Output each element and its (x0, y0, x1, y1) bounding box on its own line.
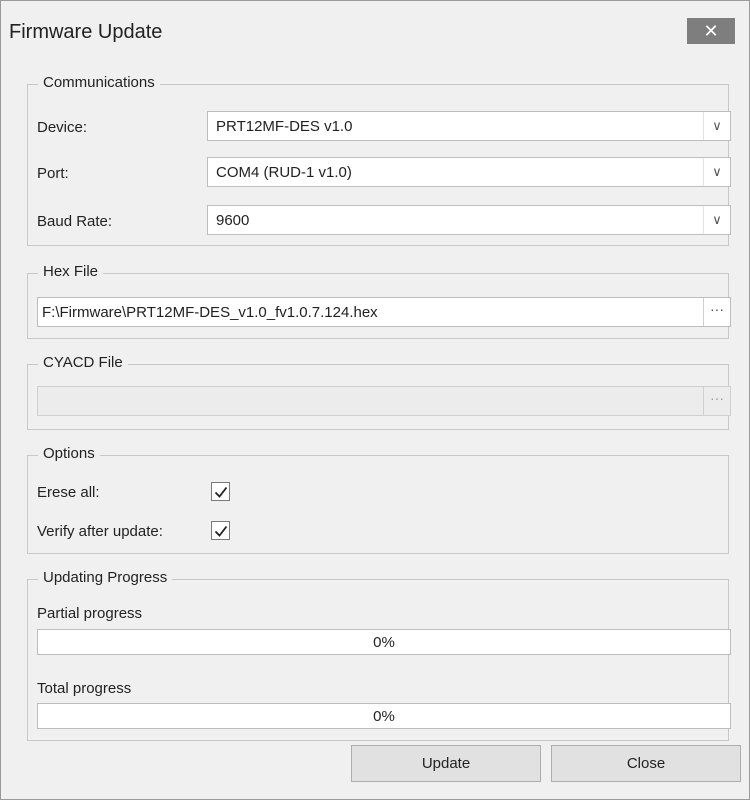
hex-file-field[interactable]: F:\Firmware\PRT12MF-DES_v1.0_fv1.0.7.124… (37, 297, 731, 327)
baud-rate-value: 9600 (216, 212, 250, 229)
firmware-update-dialog: Firmware Update ✕ Communications Device:… (0, 0, 750, 800)
close-icon: ✕ (703, 21, 719, 41)
close-button[interactable]: Close (551, 745, 741, 782)
cyacd-file-field[interactable]: ··· (37, 386, 731, 416)
device-label: Device: (37, 119, 88, 136)
cyacd-browse-button[interactable]: ··· (703, 387, 730, 415)
device-value: PRT12MF-DES v1.0 (216, 118, 353, 135)
chevron-down-icon[interactable]: ∨ (703, 112, 730, 140)
baud-rate-label: Baud Rate: (37, 213, 113, 230)
title-bar[interactable]: Firmware Update ✕ (1, 1, 749, 61)
total-progress-bar: 0% (37, 703, 731, 729)
verify-after-update-label: Verify after update: (37, 523, 163, 540)
device-select[interactable]: PRT12MF-DES v1.0 ∨ (207, 111, 731, 141)
total-progress-label: Total progress (37, 680, 132, 697)
total-progress-text: 0% (373, 708, 395, 725)
verify-after-update-checkbox[interactable] (211, 521, 230, 540)
updating-progress-legend: Updating Progress (38, 569, 173, 586)
check-icon (214, 486, 228, 498)
chevron-down-icon[interactable]: ∨ (703, 206, 730, 234)
port-select[interactable]: COM4 (RUD-1 v1.0) ∨ (207, 157, 731, 187)
erase-all-label: Erese all: (37, 484, 100, 501)
window-title: Firmware Update (9, 21, 163, 43)
communications-legend: Communications (38, 74, 160, 91)
erase-all-checkbox[interactable] (211, 482, 230, 501)
check-icon (214, 525, 228, 537)
hex-file-path: F:\Firmware\PRT12MF-DES_v1.0_fv1.0.7.124… (42, 304, 378, 321)
update-button[interactable]: Update (351, 745, 541, 782)
port-value: COM4 (RUD-1 v1.0) (216, 164, 352, 181)
chevron-down-icon[interactable]: ∨ (703, 158, 730, 186)
partial-progress-bar: 0% (37, 629, 731, 655)
partial-progress-label: Partial progress (37, 605, 143, 622)
window-close-button[interactable]: ✕ (687, 18, 735, 44)
partial-progress-text: 0% (373, 634, 395, 651)
options-legend: Options (38, 445, 100, 462)
hex-file-legend: Hex File (38, 263, 104, 280)
port-label: Port: (37, 165, 69, 182)
hex-browse-button[interactable]: ··· (703, 298, 730, 326)
cyacd-file-legend: CYACD File (38, 354, 128, 371)
baud-rate-select[interactable]: 9600 ∨ (207, 205, 731, 235)
